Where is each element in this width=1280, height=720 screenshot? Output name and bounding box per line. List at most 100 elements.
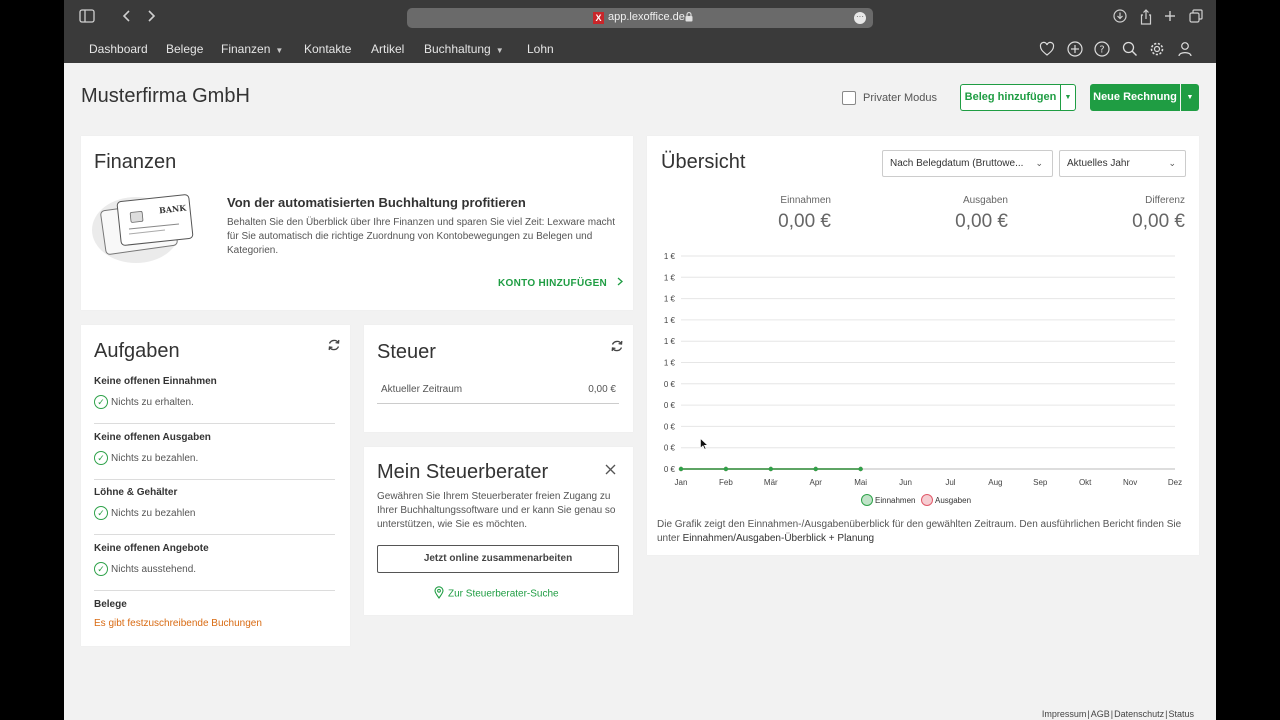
check-circle-icon: ✓ (94, 506, 108, 521)
nav-lohn[interactable]: Lohn (527, 42, 554, 56)
pending-bookings-link[interactable]: Es gibt festzuschreibende Buchungen (94, 618, 335, 629)
uebersicht-card: Übersicht Nach Belegdatum (Bruttowe... ⌄… (647, 136, 1199, 555)
divider (94, 590, 335, 591)
stat-income-label: Einnahmen (780, 195, 831, 206)
download-icon[interactable] (1111, 9, 1129, 27)
data-point (813, 466, 818, 472)
site-favicon-icon: X (593, 12, 604, 24)
y-tick-label: 1 € (664, 295, 676, 304)
collaborate-online-button[interactable]: Jetzt online zusammenarbeiten (377, 545, 619, 573)
footer-link-agb[interactable]: AGB (1091, 709, 1110, 719)
y-tick-label: 0 € (664, 380, 676, 389)
add-receipt-dropdown-button[interactable]: ▼ (1060, 84, 1076, 111)
steuerberater-title: Mein Steuerberater (377, 461, 549, 483)
task-title: Keine offenen Einnahmen (94, 376, 217, 387)
x-tick-label: Okt (1079, 478, 1092, 487)
stat-expenses-label: Ausgaben (962, 195, 1008, 206)
period-value: Aktuelles Jahr (1067, 158, 1130, 169)
stat-difference-value: 0,00 € (1132, 211, 1185, 232)
footer-link-impressum[interactable]: Impressum (1042, 709, 1087, 719)
y-tick-label: 1 € (664, 359, 676, 368)
footer-link-datenschutz[interactable]: Datenschutz (1114, 709, 1164, 719)
task-status: ✓ Nichts zu bezahlen. (94, 451, 335, 466)
y-tick-label: 1 € (664, 316, 676, 325)
x-tick-label: Feb (719, 478, 733, 487)
chart-note: Die Grafik zeigt den Einnahmen-/Ausgaben… (657, 518, 1192, 546)
address-bar[interactable]: X app.lexoffice.de ··· (407, 8, 873, 28)
nav-dashboard[interactable]: Dashboard (89, 42, 148, 56)
tab-overview-icon[interactable] (1187, 9, 1205, 27)
chevron-down-icon: ⌄ (1035, 158, 1043, 168)
browser-window: X app.lexoffice.de ··· Dashboard Belege … (64, 0, 1216, 720)
task-title: Belege (94, 599, 127, 610)
footer-links: Impressum|AGB|Datenschutz|Status (1041, 709, 1194, 719)
nav-buchhaltung[interactable]: Buchhaltung ▼ (424, 42, 504, 56)
y-tick-label: 1 € (664, 337, 676, 346)
y-tick-label: 0 € (664, 465, 676, 474)
task-title: Löhne & Gehälter (94, 487, 178, 498)
nav-finanzen[interactable]: Finanzen ▼ (221, 42, 283, 56)
stat-difference-label: Differenz (1145, 195, 1185, 206)
search-icon[interactable] (1122, 41, 1138, 57)
nav-label: Artikel (371, 42, 405, 56)
nav-label: Finanzen (221, 42, 271, 56)
share-icon[interactable] (1137, 9, 1155, 27)
forward-icon[interactable] (142, 9, 160, 27)
data-point (678, 466, 684, 472)
task-status-text: Nichts zu bezahlen (111, 508, 196, 519)
more-icon[interactable]: ··· (854, 12, 866, 24)
gear-icon[interactable] (1149, 41, 1165, 57)
y-tick-label: 0 € (664, 401, 676, 410)
private-mode-checkbox[interactable] (842, 91, 856, 105)
x-tick-label: Dez (1168, 478, 1182, 487)
new-invoice-button[interactable]: Neue Rechnung (1090, 84, 1180, 111)
stat-income-value: 0,00 € (778, 211, 831, 232)
check-circle-icon: ✓ (94, 451, 108, 466)
close-icon[interactable] (605, 462, 616, 480)
add-receipt-button[interactable]: Beleg hinzufügen (960, 84, 1060, 111)
sidebar-toggle-icon[interactable] (78, 9, 96, 27)
advisor-search-link[interactable]: Zur Steuerberater-Suche (434, 586, 559, 602)
uebersicht-title: Übersicht (661, 151, 746, 173)
check-circle-icon: ✓ (94, 395, 108, 410)
legend-label: Ausgaben (935, 496, 971, 505)
url-text: app.lexoffice.de (608, 11, 685, 23)
task-status-text: Nichts zu bezahlen. (111, 453, 199, 464)
company-name: Musterfirma GmbH (81, 85, 250, 107)
task-status: ✓ Nichts ausstehend. (94, 562, 335, 577)
heart-icon[interactable] (1039, 41, 1055, 57)
footer-link-status[interactable]: Status (1168, 709, 1194, 719)
report-link[interactable]: Einnahmen/Ausgaben-Überblick + Planung (683, 533, 875, 544)
task-title: Keine offenen Angebote (94, 543, 209, 554)
nav-belege[interactable]: Belege (166, 42, 203, 56)
private-mode-toggle[interactable]: Privater Modus (842, 91, 937, 105)
divider (94, 423, 335, 424)
new-tab-icon[interactable] (1161, 9, 1179, 27)
help-icon[interactable]: ? (1094, 41, 1110, 57)
refresh-icon[interactable] (327, 338, 341, 352)
date-basis-select[interactable]: Nach Belegdatum (Bruttowe... ⌄ (882, 150, 1053, 177)
task-group-ausgaben: Keine offenen Ausgaben ✓ Nichts zu bezahl… (94, 432, 335, 466)
nav-kontakte[interactable]: Kontakte (304, 42, 351, 56)
data-point (723, 466, 729, 472)
chevron-down-icon: ▼ (275, 46, 284, 55)
aufgaben-title: Aufgaben (94, 340, 180, 362)
private-mode-label: Privater Modus (863, 91, 937, 104)
nav-artikel[interactable]: Artikel (371, 42, 404, 56)
chevron-down-icon: ▼ (495, 46, 504, 55)
finanzen-title: Finanzen (94, 151, 177, 173)
plus-circle-icon[interactable] (1067, 41, 1083, 57)
tax-period-label: Aktueller Zeitraum (381, 384, 463, 395)
x-tick-label: Jun (899, 478, 912, 487)
user-icon[interactable] (1177, 41, 1193, 57)
finanzen-card: Finanzen BANK Von der automatisierten Bu… (81, 136, 633, 310)
new-invoice-dropdown-button[interactable]: ▼ (1181, 84, 1199, 111)
refresh-icon[interactable] (610, 339, 624, 353)
legend-marker (861, 494, 873, 506)
period-select[interactable]: Aktuelles Jahr ⌄ (1059, 150, 1186, 177)
add-account-label: KONTO HINZUFÜGEN (498, 278, 608, 289)
back-icon[interactable] (118, 9, 136, 27)
dashboard-page: Musterfirma GmbH Privater Modus Beleg hi… (64, 63, 1216, 720)
add-account-link[interactable]: KONTO HINZUFÜGEN (498, 277, 624, 289)
task-group-loehne: Löhne & Gehälter ✓ Nichts zu bezahlen (94, 487, 335, 521)
